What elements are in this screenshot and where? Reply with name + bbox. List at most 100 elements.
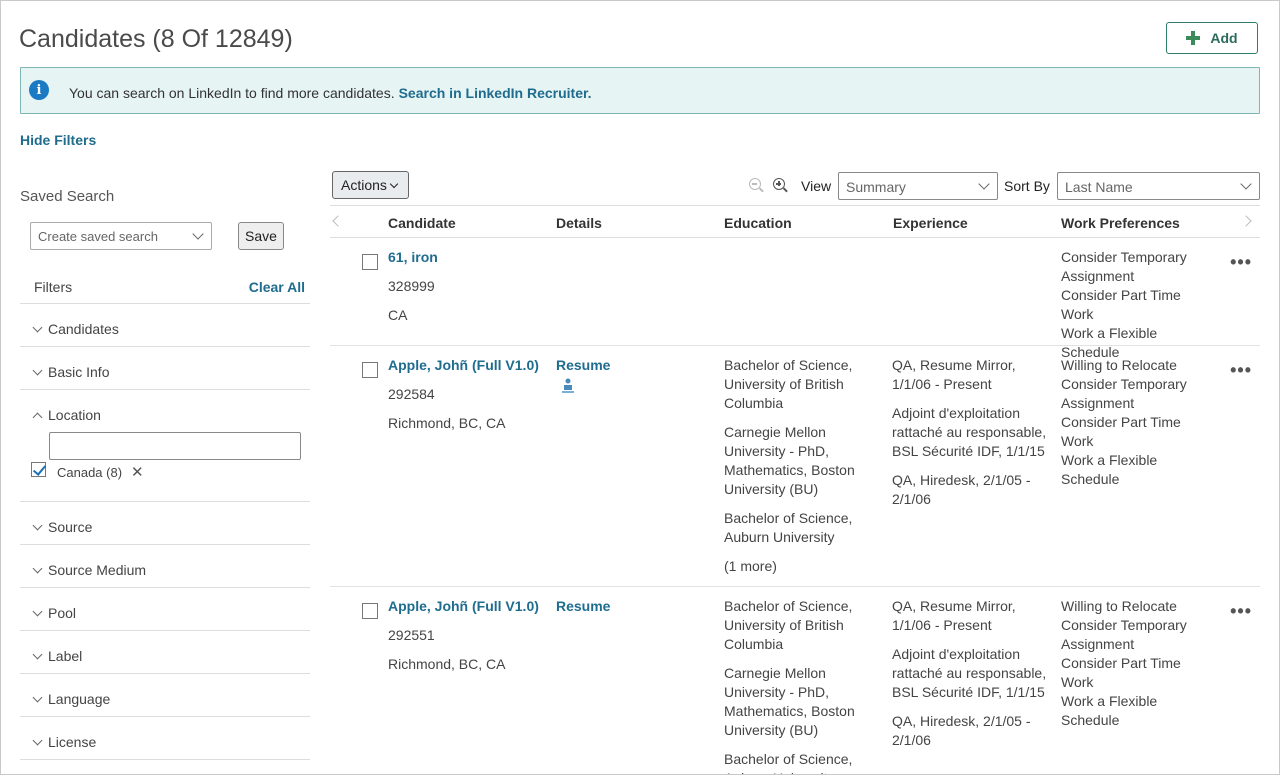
column-header-candidate: Candidate — [388, 215, 456, 231]
chevron-down-icon — [32, 365, 43, 376]
filter-group-language[interactable]: Language — [20, 682, 310, 717]
chevron-down-icon — [32, 692, 43, 703]
details-cell: Resume — [556, 597, 706, 616]
banner-text: You can search on LinkedIn to find more … — [69, 85, 592, 101]
location-search-input[interactable] — [49, 432, 301, 460]
resume-link[interactable]: Resume — [556, 357, 610, 373]
candidate-name-link[interactable]: Apple, Johñ (Full V1.0) — [388, 597, 548, 616]
view-label: View — [801, 178, 832, 194]
candidate-location: Richmond, BC, CA — [388, 415, 506, 431]
column-header-details: Details — [556, 215, 602, 231]
education-item: Carnegie Mellon University - PhD, Mathem… — [724, 665, 855, 738]
row-checkbox[interactable] — [362, 254, 378, 270]
candidate-name-link[interactable]: Apple, Johñ (Full V1.0) — [388, 356, 548, 375]
chevron-down-icon — [389, 179, 399, 188]
column-header-work-preferences: Work Preferences — [1061, 215, 1180, 231]
sort-by-select[interactable]: Last Name — [1057, 172, 1260, 200]
scroll-right-icon[interactable] — [1240, 215, 1252, 227]
more-actions-icon[interactable]: ••• — [1230, 601, 1252, 622]
zoom-in-icon[interactable] — [773, 178, 785, 190]
remove-icon[interactable]: ✕ — [131, 463, 144, 481]
chevron-down-icon — [32, 735, 43, 746]
preference-item: Work a Flexible Schedule — [1061, 693, 1158, 728]
person-icon[interactable] — [561, 378, 575, 394]
filter-group-source[interactable]: Source — [20, 510, 310, 545]
filter-group-source-medium[interactable]: Source Medium — [20, 553, 310, 588]
education-item: Bachelor of Science, University of Briti… — [724, 357, 853, 411]
candidate-location: CA — [388, 307, 408, 323]
chevron-up-icon[interactable] — [32, 412, 43, 423]
column-header-education: Education — [724, 215, 792, 231]
more-actions-icon[interactable]: ••• — [1230, 252, 1252, 273]
table-header: Candidate Details Education Experience W… — [330, 205, 1260, 238]
linkedin-recruiter-link[interactable]: Search in LinkedIn Recruiter. — [399, 85, 592, 101]
filters-header: Filters Clear All — [20, 270, 310, 304]
candidate-id: 292584 — [388, 386, 435, 402]
preference-item: Willing to Relocate — [1061, 598, 1177, 614]
candidate-cell: 61, iron 328999 CA — [388, 248, 548, 335]
preference-item: Consider Temporary Assignment — [1061, 376, 1187, 411]
preference-item: Willing to Relocate — [1061, 357, 1177, 373]
filter-group-label: Source — [48, 519, 93, 535]
view-select[interactable]: Summary — [838, 172, 998, 200]
table-row: Apple, Johñ (Full V1.0) 292584 Richmond,… — [330, 346, 1260, 587]
education-cell: Bachelor of Science, University of Briti… — [724, 597, 884, 774]
row-checkbox[interactable] — [362, 603, 378, 619]
saved-search-placeholder: Create saved search — [38, 229, 158, 244]
filter-group-basic-info[interactable]: Basic Info — [20, 355, 310, 390]
details-cell: Resume — [556, 356, 706, 416]
candidate-location: Richmond, BC, CA — [388, 656, 506, 672]
chevron-down-icon — [1240, 178, 1252, 190]
saved-search-select[interactable]: Create saved search — [30, 222, 212, 250]
linkedin-info-banner: i You can search on LinkedIn to find mor… — [20, 67, 1260, 114]
add-button-label: Add — [1210, 30, 1238, 46]
candidate-cell: Apple, Johñ (Full V1.0) 292584 Richmond,… — [388, 356, 548, 443]
page: Candidates (8 Of 12849) Add i You can se… — [0, 0, 1280, 775]
chevron-down-icon — [32, 606, 43, 617]
experience-item: QA, Hiredesk, 2/1/05 - 2/1/06 — [892, 472, 1031, 507]
education-item: Carnegie Mellon University - PhD, Mathem… — [724, 424, 855, 497]
work-preferences-cell: Consider Temporary Assignment Consider P… — [1061, 248, 1211, 362]
education-more[interactable]: (1 more) — [724, 557, 884, 576]
education-item: Bachelor of Science, Auburn University — [724, 751, 853, 774]
saved-search-label: Saved Search — [20, 188, 115, 205]
scroll-left-icon[interactable] — [332, 215, 344, 227]
info-icon: i — [29, 80, 49, 100]
clear-all-link[interactable]: Clear All — [249, 279, 305, 295]
work-preferences-cell: Willing to Relocate Consider Temporary A… — [1061, 356, 1211, 489]
chevron-down-icon — [32, 563, 43, 574]
candidate-name-link[interactable]: 61, iron — [388, 248, 548, 267]
education-item: Bachelor of Science, Auburn University — [724, 510, 853, 545]
sort-by-label: Sort By — [1004, 178, 1050, 194]
zoom-out-icon — [749, 178, 761, 190]
preference-item: Consider Part Time Work — [1061, 655, 1181, 690]
actions-menu-button[interactable]: Actions — [332, 171, 409, 199]
save-button[interactable]: Save — [238, 222, 284, 250]
experience-item: Adjoint d'exploitation rattaché au respo… — [892, 646, 1047, 700]
resume-link[interactable]: Resume — [556, 598, 610, 614]
hide-filters-link[interactable]: Hide Filters — [20, 132, 96, 148]
add-button[interactable]: Add — [1166, 22, 1258, 54]
education-item: Bachelor of Science, University of Briti… — [724, 598, 853, 652]
filter-group-license[interactable]: License — [20, 725, 310, 760]
chevron-down-icon — [32, 649, 43, 660]
preference-item: Consider Part Time Work — [1061, 414, 1181, 449]
row-checkbox[interactable] — [362, 362, 378, 378]
filter-group-candidates[interactable]: Candidates — [20, 312, 310, 347]
candidate-cell: Apple, Johñ (Full V1.0) 292551 Richmond,… — [388, 597, 548, 684]
preference-item: Consider Part Time Work — [1061, 287, 1181, 322]
experience-item: QA, Resume Mirror, 1/1/06 - Present — [892, 357, 1016, 392]
table-row: 61, iron 328999 CA Consider Temporary As… — [330, 238, 1260, 360]
preference-item: Work a Flexible Schedule — [1061, 452, 1158, 487]
filter-group-label-filter[interactable]: Label — [20, 639, 310, 674]
more-actions-icon[interactable]: ••• — [1230, 360, 1252, 381]
filter-group-label: Source Medium — [48, 562, 147, 578]
filter-group-pool[interactable]: Pool — [20, 596, 310, 631]
experience-item: Adjoint d'exploitation rattaché au respo… — [892, 405, 1047, 459]
candidate-id: 328999 — [388, 278, 435, 294]
filter-group-label: Pool — [48, 605, 77, 621]
experience-item: QA, Hiredesk, 2/1/05 - 2/1/06 — [892, 713, 1031, 748]
filter-group-label[interactable]: Location — [48, 407, 101, 423]
experience-item: QA, Resume Mirror, 1/1/06 - Present — [892, 598, 1016, 633]
location-canada-checkbox[interactable] — [31, 462, 46, 477]
